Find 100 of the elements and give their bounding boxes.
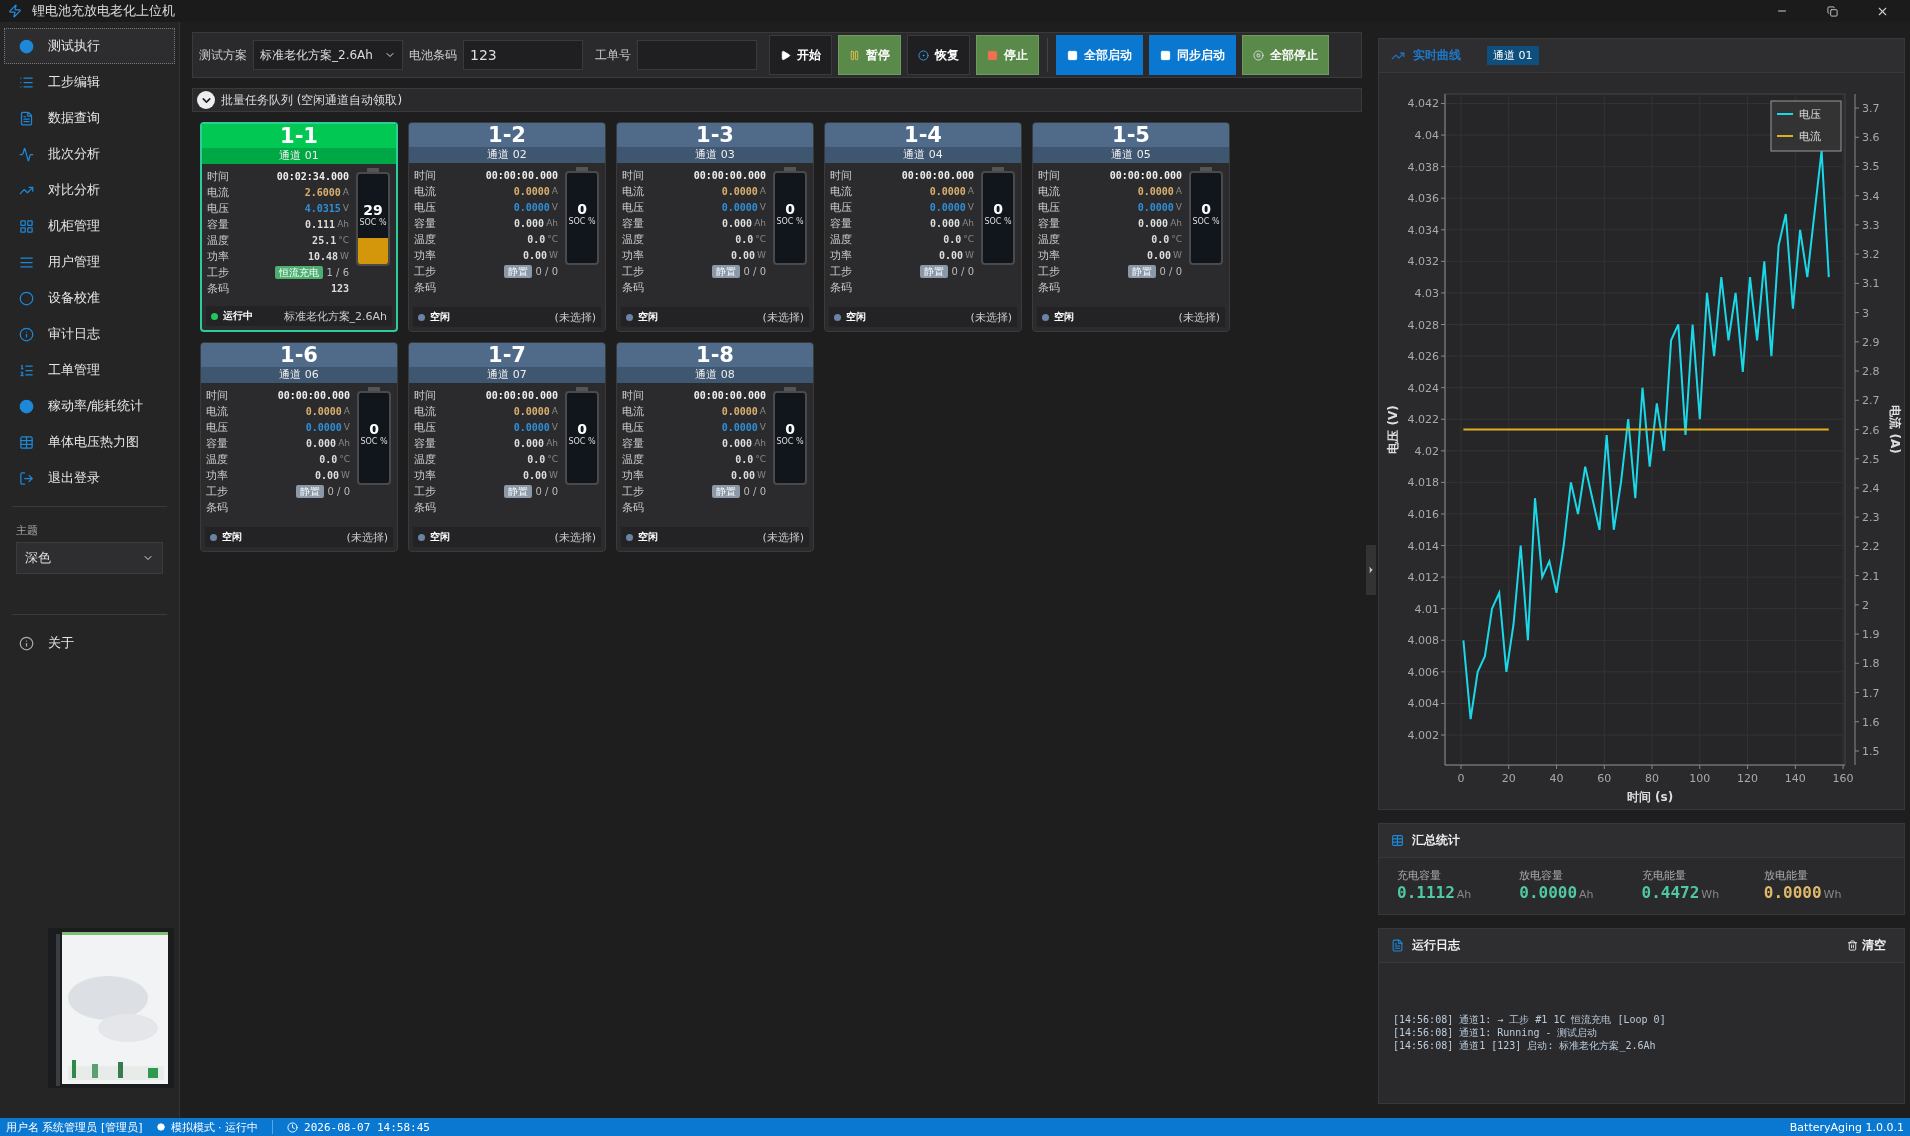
channel-card[interactable]: 1-3 通道 03 时间 00:00:00.000 电流 0.0000 A 电压 0.0000 V 容量 0.000 Ah 温度 0.0 °C 功率 0.00 W 工步 静置 0 / 0 条码 0 SOC % 空闲 (未选择) <box>616 122 814 332</box>
tick-label: 1.5 <box>1862 744 1880 758</box>
tick-label: 4.02 <box>1414 444 1439 458</box>
field-label: 电压 <box>414 419 436 435</box>
toolbar-button[interactable]: 停止 <box>976 35 1039 75</box>
unit-label: V <box>551 202 558 212</box>
info-icon <box>19 326 34 342</box>
toolbar-button[interactable]: 开始 <box>769 35 832 75</box>
collapse-handle[interactable] <box>1366 545 1376 595</box>
toolbar-button[interactable]: 恢复 <box>907 35 970 75</box>
step-progress: 1 / 6 <box>326 266 349 278</box>
sidebar-item[interactable]: 审计日志 <box>4 316 175 352</box>
tick-label: 4.028 <box>1407 318 1439 332</box>
sidebar-item[interactable]: 工步编辑 <box>4 64 175 100</box>
expand-toggle[interactable] <box>197 91 215 109</box>
sidebar-item[interactable]: 设备校准 <box>4 280 175 316</box>
field-label: 电流 <box>206 403 228 419</box>
toolbar-button[interactable]: 暂停 <box>838 35 901 75</box>
unit-label: A <box>551 406 558 416</box>
toolbar-button[interactable]: 同步启动 <box>1149 35 1236 75</box>
sidebar-item[interactable]: 数据查询 <box>4 100 175 136</box>
soc-label: SOC % <box>568 217 596 226</box>
field-label: 条码 <box>622 499 644 515</box>
field-label: 工步 <box>206 483 228 499</box>
field-value: 0.0000 <box>513 421 550 433</box>
step-progress: 0 / 0 <box>327 485 350 497</box>
field-label: 条码 <box>1038 279 1060 295</box>
clock-icon <box>287 1121 299 1133</box>
channel-tab[interactable]: 通道 01 <box>1487 46 1539 65</box>
status-text: 空闲 <box>1054 310 1075 324</box>
clock-text: 2026-08-07 14:58:45 <box>304 1120 430 1134</box>
unit-label: V <box>1175 202 1182 212</box>
step-progress: 0 / 0 <box>743 265 766 277</box>
sidebar-item[interactable]: 对比分析 <box>4 172 175 208</box>
theme-select[interactable]: 深色 <box>16 542 163 574</box>
channel-card[interactable]: 1-6 通道 06 时间 00:00:00.000 电流 0.0000 A 电压 0.0000 V 容量 0.000 Ah 温度 0.0 °C 功率 0.00 W 工步 静置 0 / 0 条码 0 SOC % 空闲 (未选择) <box>200 342 398 552</box>
status-dot <box>418 533 425 541</box>
toolbar-button[interactable]: 全部停止 <box>1242 35 1329 75</box>
channel-card[interactable]: 1-5 通道 05 时间 00:00:00.000 电流 0.0000 A 电压 0.0000 V 容量 0.000 Ah 温度 0.0 °C 功率 0.00 W 工步 静置 0 / 0 条码 0 SOC % 空闲 (未选择) <box>1032 122 1230 332</box>
clear-button[interactable]: 清空 <box>1841 936 1892 955</box>
plan-name: (未选择) <box>970 309 1012 325</box>
tick-label: 3 <box>1862 306 1869 320</box>
tick-label: 140 <box>1784 772 1806 785</box>
stat-value: 0.1112 <box>1397 883 1455 902</box>
field-value: 0.000 <box>930 217 961 229</box>
tick-label: 100 <box>1689 772 1711 785</box>
sidebar-item[interactable]: 关于 <box>4 625 175 661</box>
order-field[interactable] <box>637 40 757 70</box>
soc-label: SOC % <box>776 217 804 226</box>
sidebar-item[interactable]: 机柜管理 <box>4 208 175 244</box>
field-value: 0.0 <box>943 233 962 245</box>
channel-name: 1-2 <box>409 123 605 147</box>
field-value: 0.0000 <box>305 421 342 433</box>
tick-label: 4.014 <box>1407 539 1439 553</box>
channel-card[interactable]: 1-2 通道 02 时间 00:00:00.000 电流 0.0000 A 电压 0.0000 V 容量 0.000 Ah 温度 0.0 °C 功率 0.00 W 工步 静置 0 / 0 条码 0 SOC % 空闲 (未选择) <box>408 122 606 332</box>
toolbar-button[interactable]: 全部启动 <box>1056 35 1143 75</box>
unit-label: V <box>551 422 558 432</box>
sidebar-item[interactable]: 测试执行 <box>4 28 175 64</box>
tick-label: 0 <box>1457 772 1465 785</box>
channel-card[interactable]: 1-1 通道 01 时间 00:02:34.000 电流 2.6000 A 电压 4.0315 V 容量 0.111 Ah 温度 25.1 °C 功率 10.48 W 工步 恒流充电 1 / 6 条码 123 29 SOC % 运行中 标准老化方案_2.6Ah <box>200 122 398 332</box>
step-badge: 静置 <box>503 264 532 278</box>
plan-name: (未选择) <box>1178 309 1220 325</box>
field-label: 功率 <box>207 248 229 264</box>
sidebar-item[interactable]: 用户管理 <box>4 244 175 280</box>
field-label: 电压 <box>206 419 228 435</box>
field-label: 时间 <box>830 167 852 183</box>
field-value: 0.0000 <box>305 405 342 417</box>
plan-dropdown[interactable]: 标准老化方案_2.6Ah <box>253 40 403 70</box>
field-label: 电流 <box>414 183 436 199</box>
field-label: 时间 <box>1038 167 1060 183</box>
sidebar-item[interactable]: 工单管理 <box>4 352 175 388</box>
barcode-field[interactable]: 123 <box>463 40 583 70</box>
unit-label: A <box>759 186 766 196</box>
step-progress: 0 / 0 <box>951 265 974 277</box>
step-progress: 0 / 0 <box>535 485 558 497</box>
info-icon <box>19 635 34 651</box>
soc-value: 0 <box>369 421 379 437</box>
channel-card[interactable]: 1-7 通道 07 时间 00:00:00.000 电流 0.0000 A 电压 0.0000 V 容量 0.000 Ah 温度 0.0 °C 功率 0.00 W 工步 静置 0 / 0 条码 0 SOC % 空闲 (未选择) <box>408 342 606 552</box>
field-label: 容量 <box>414 215 436 231</box>
channel-subtitle: 通道 03 <box>694 147 736 163</box>
sidebar-item[interactable]: 单体电压热力图 <box>4 424 175 460</box>
sidebar-item[interactable]: 稼动率/能耗统计 <box>4 388 175 424</box>
tick-label: 1.7 <box>1862 686 1880 700</box>
field-label: 工步 <box>622 263 644 279</box>
unit-label: A <box>1175 186 1182 196</box>
channel-card[interactable]: 1-8 通道 08 时间 00:00:00.000 电流 0.0000 A 电压 0.0000 V 容量 0.000 Ah 温度 0.0 °C 功率 0.00 W 工步 静置 0 / 0 条码 0 SOC % 空闲 (未选择) <box>616 342 814 552</box>
field-value: 123 <box>330 282 349 294</box>
field-value: 0.000 <box>514 437 545 449</box>
field-label: 时间 <box>622 387 644 403</box>
queue-title: 批量任务队列 (空闲通道自动领取) <box>221 91 403 109</box>
field-label: 工步 <box>414 263 436 279</box>
status-dot <box>626 533 633 541</box>
unit-label: Ah <box>546 218 558 228</box>
field-value: 0.00 <box>939 249 964 261</box>
tick-label: 4.022 <box>1407 413 1439 427</box>
sidebar-item[interactable]: 批次分析 <box>4 136 175 172</box>
sidebar-item[interactable]: 退出登录 <box>4 460 175 496</box>
field-label: 时间 <box>414 167 436 183</box>
channel-card[interactable]: 1-4 通道 04 时间 00:00:00.000 电流 0.0000 A 电压 0.0000 V 容量 0.000 Ah 温度 0.0 °C 功率 0.00 W 工步 静置 0 / 0 条码 0 SOC % 空闲 (未选择) <box>824 122 1022 332</box>
unit-label: A <box>759 406 766 416</box>
